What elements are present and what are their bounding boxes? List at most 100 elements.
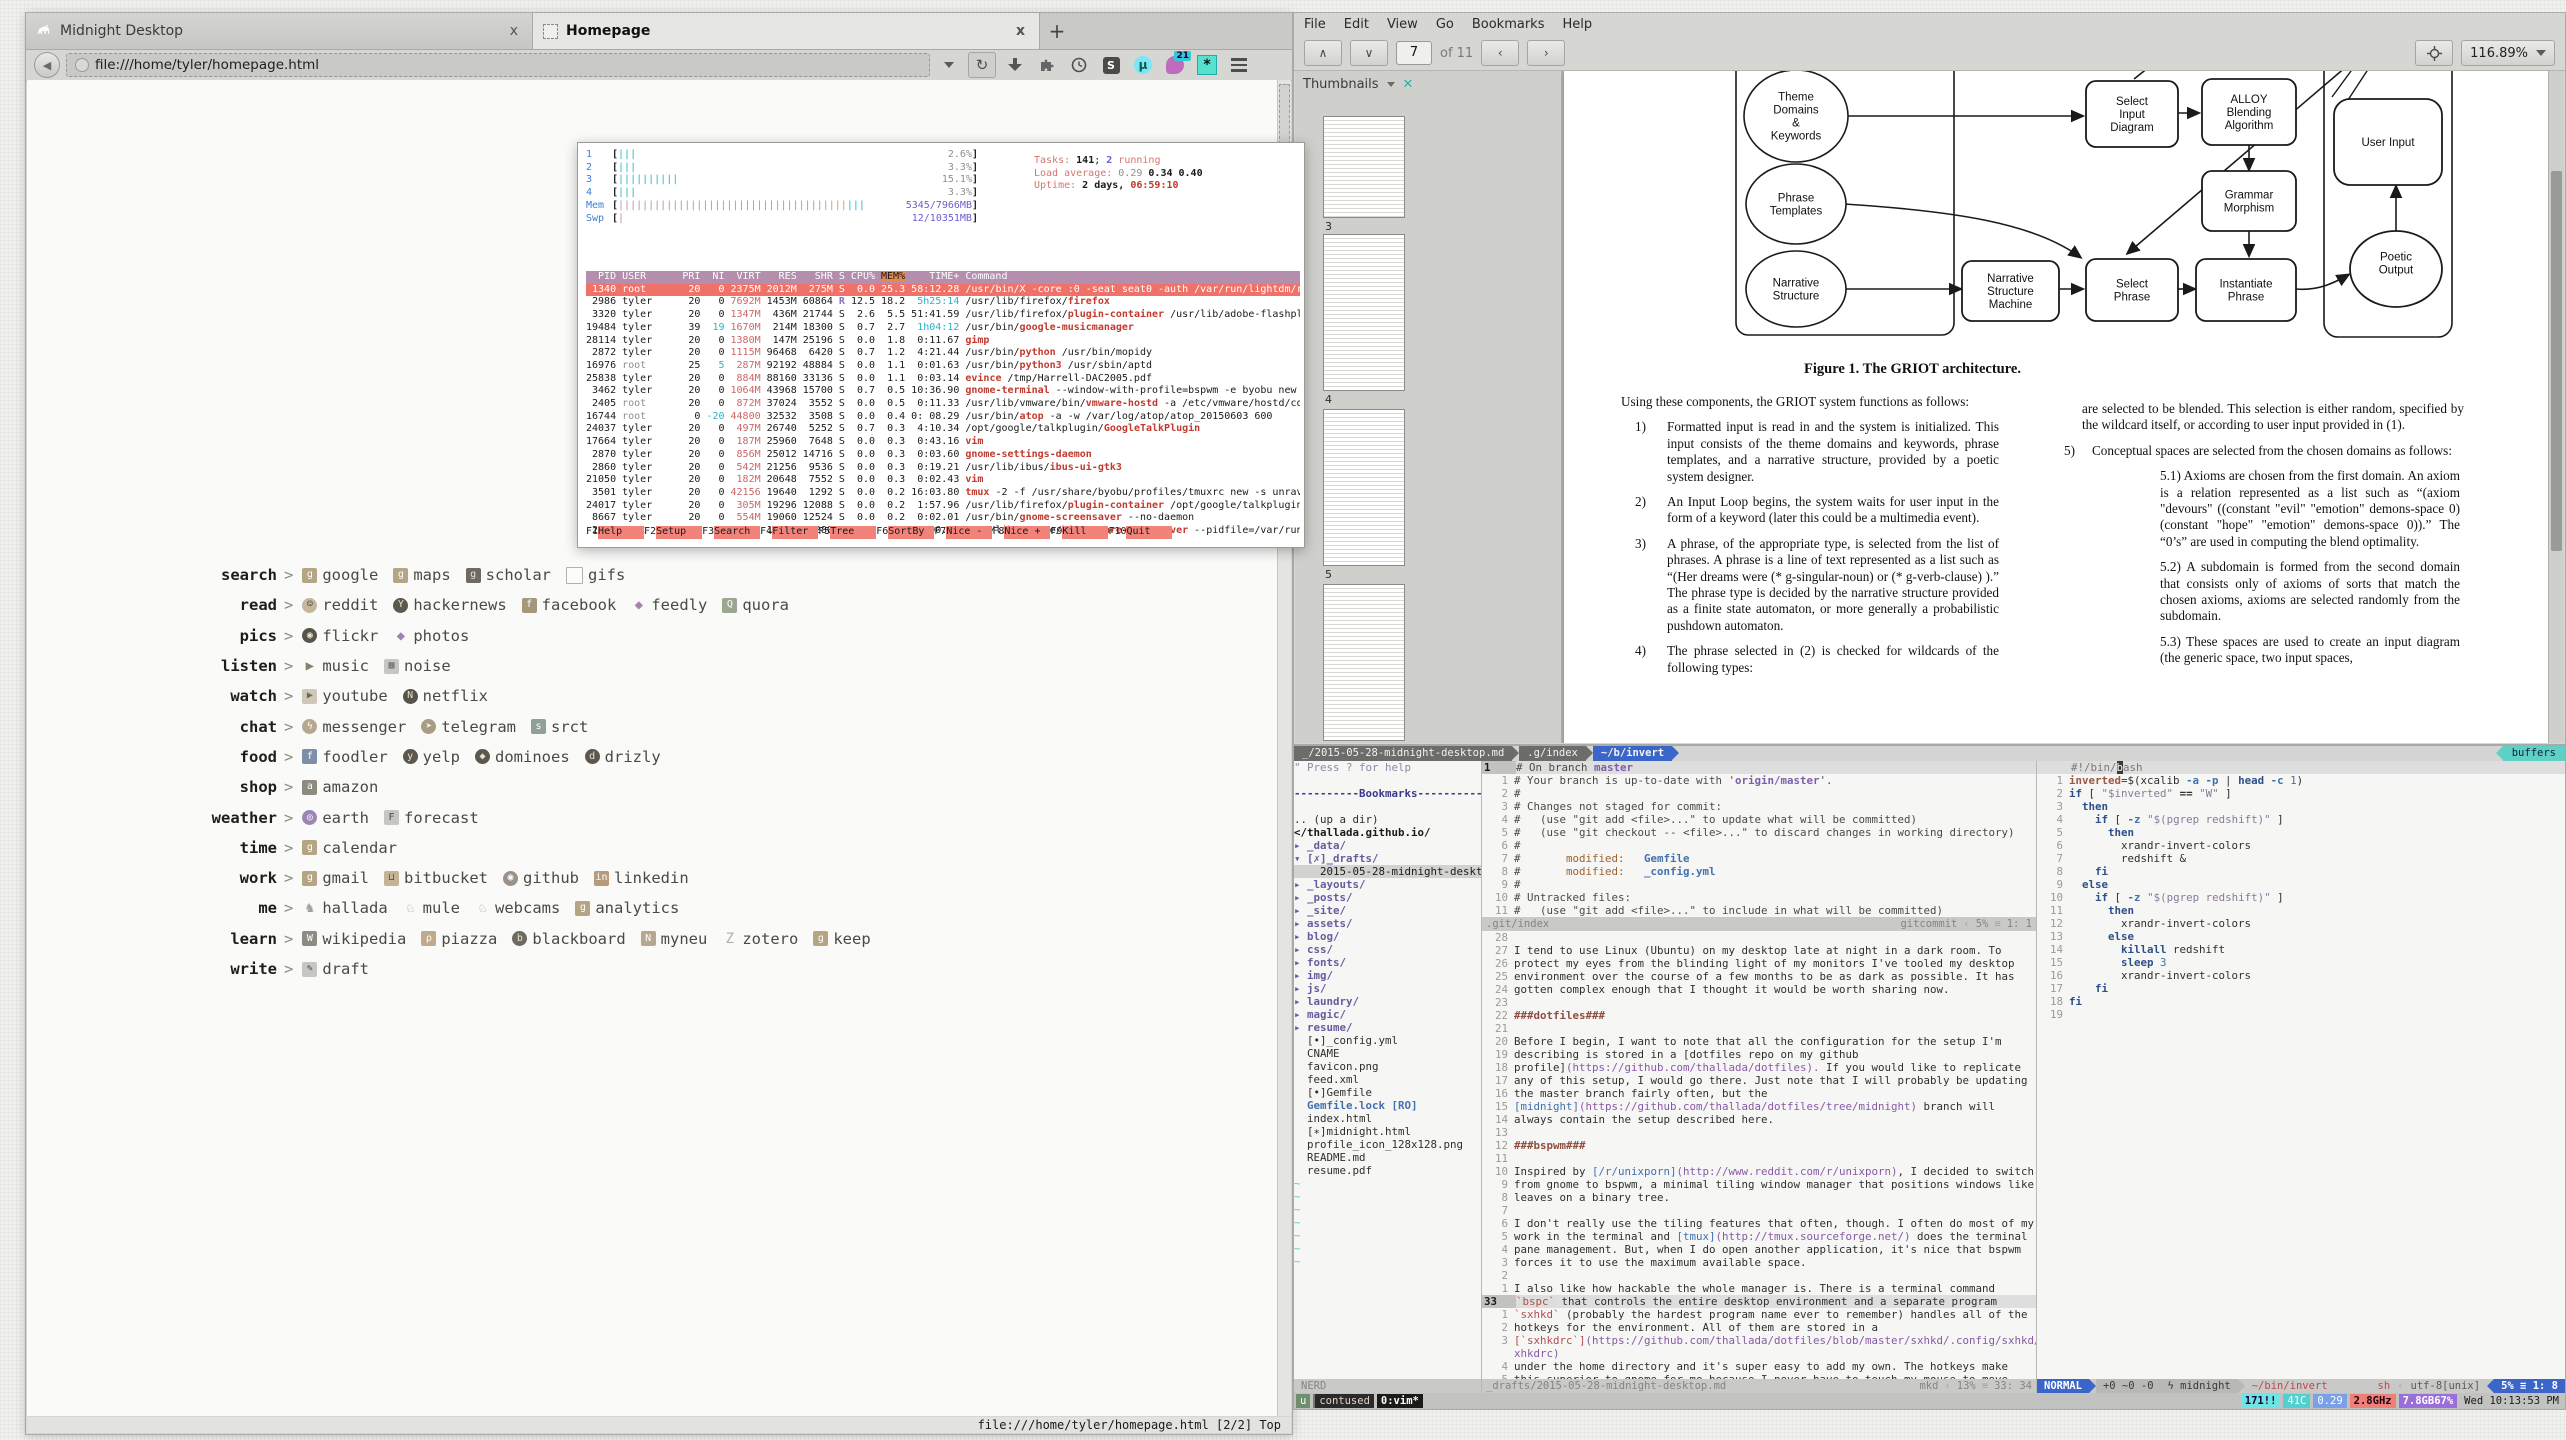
nerdtree-item[interactable]: ----------Bookmarks----------: [1294, 787, 1481, 800]
process-row[interactable]: 25838 tyler 20 0 884M 88160 33136 S 0.0 …: [586, 373, 1300, 386]
thumbnail-page-3[interactable]: [1323, 116, 1405, 218]
link-keep[interactable]: gkeep: [813, 930, 870, 948]
link-draft[interactable]: ✎draft: [302, 960, 369, 978]
link-wikipedia[interactable]: Wwikipedia: [302, 930, 406, 948]
process-row[interactable]: 3462 tyler 20 0 1064M 43968 15700 S 0.7 …: [586, 385, 1300, 398]
link-flickr[interactable]: ◉flickr: [302, 627, 378, 645]
nerdtree-item[interactable]: [∗]midnight.html: [1294, 1125, 1481, 1138]
link-blackboard[interactable]: bblackboard: [512, 930, 625, 948]
page-up-button[interactable]: ∧: [1304, 40, 1342, 66]
vim-tab-1[interactable]: .g/index: [1519, 746, 1586, 761]
nerdtree-item[interactable]: ~: [1294, 1216, 1481, 1229]
link-foodler[interactable]: ffoodler: [302, 748, 387, 766]
menu-bookmarks[interactable]: Bookmarks: [1472, 17, 1545, 32]
link-gmail[interactable]: ggmail: [302, 869, 369, 887]
link-noise[interactable]: ▦noise: [384, 657, 451, 675]
nerdtree-item[interactable]: ▸ css/: [1294, 943, 1481, 956]
link-reddit[interactable]: ☺reddit: [302, 596, 378, 614]
nerdtree-item[interactable]: ▸ _site/: [1294, 904, 1481, 917]
nerdtree-item[interactable]: ▸ fonts/: [1294, 956, 1481, 969]
fkey-F2[interactable]: F2Setup: [644, 526, 702, 539]
fkey-F5[interactable]: F5Tree: [818, 526, 876, 539]
nerdtree-item[interactable]: index.html: [1294, 1112, 1481, 1125]
link-gifs[interactable]: gifs: [566, 566, 625, 584]
nerdtree-item[interactable]: ▸ magic/: [1294, 1008, 1481, 1021]
url-dropdown-icon[interactable]: [936, 53, 962, 77]
link-google[interactable]: ggoogle: [302, 566, 378, 584]
link-photos[interactable]: ◆photos: [393, 627, 469, 645]
nerdtree-item[interactable]: .. (up a dir): [1294, 813, 1481, 826]
link-netflix[interactable]: Nnetflix: [403, 687, 488, 705]
pinboard-asterisk-icon[interactable]: *: [1194, 53, 1220, 77]
nerdtree-item[interactable]: ~: [1294, 1242, 1481, 1255]
nerdtree-item[interactable]: ▸ blog/: [1294, 930, 1481, 943]
process-row[interactable]: 21050 tyler 20 0 182M 20648 7552 S 0.0 0…: [586, 474, 1300, 487]
process-row[interactable]: 16976 root 25 5 287M 92192 48884 S 0.0 1…: [586, 360, 1300, 373]
nerdtree-item[interactable]: ▸ assets/: [1294, 917, 1481, 930]
byobu-tb-host[interactable]: contused: [1313, 1394, 1374, 1408]
pdf-scrollbar[interactable]: [2548, 71, 2564, 743]
reload-button[interactable]: ↻: [968, 52, 996, 78]
link-github[interactable]: ◉github: [503, 869, 579, 887]
nerdtree-pane[interactable]: " Press ? for help ----------Bookmarks---…: [1294, 761, 1482, 1393]
tab-midnight-desktop[interactable]: Midnight Desktop x: [26, 13, 533, 49]
nerdtree-item[interactable]: README.md: [1294, 1151, 1481, 1164]
process-row[interactable]: 8667 tyler 20 0 554M 19060 12524 S 0.0 0…: [586, 512, 1300, 525]
url-bar[interactable]: file:///home/tyler/homepage.html: [66, 53, 930, 77]
process-row[interactable]: 2860 tyler 20 0 542M 21256 9536 S 0.0 0.…: [586, 462, 1300, 475]
process-row[interactable]: 24017 tyler 20 0 305M 19296 12088 S 0.0 …: [586, 500, 1300, 513]
nerdtree-item[interactable]: [1294, 774, 1481, 787]
thumbnail-page-4[interactable]: [1323, 234, 1405, 391]
link-earth[interactable]: ◎earth: [302, 809, 369, 827]
fit-page-icon[interactable]: [2415, 40, 2453, 66]
pdf-scrollbar-thumb[interactable]: [2551, 171, 2562, 551]
nerdtree-item[interactable]: ▸ resume/: [1294, 1021, 1481, 1034]
process-row[interactable]: 2405 root 20 0 872M 37024 3552 S 0.0 0.5…: [586, 398, 1300, 411]
fkey-F4[interactable]: F4Filter: [760, 526, 818, 539]
process-row[interactable]: 3501 tyler 20 0 42156 19640 1292 S 0.0 0…: [586, 487, 1300, 500]
process-row[interactable]: 3320 tyler 20 0 1347M 436M 21744 S 2.6 5…: [586, 309, 1300, 322]
process-row[interactable]: 17664 tyler 20 0 187M 25960 7648 S 0.0 0…: [586, 436, 1300, 449]
fkey-F3[interactable]: F3Search: [702, 526, 760, 539]
menu-edit[interactable]: Edit: [1344, 17, 1369, 32]
link-music[interactable]: ▶music: [302, 657, 369, 675]
nerdtree-item[interactable]: profile_icon_128x128.png: [1294, 1138, 1481, 1151]
umatrix-icon[interactable]: μ: [1130, 53, 1156, 77]
nerdtree-item[interactable]: " Press ? for help: [1294, 761, 1481, 774]
link-myneu[interactable]: Nmyneu: [641, 930, 708, 948]
nerdtree-item[interactable]: feed.xml: [1294, 1073, 1481, 1086]
download-icon[interactable]: [1002, 53, 1028, 77]
menu-file[interactable]: File: [1304, 17, 1326, 32]
script-pane[interactable]: #!/bin/bash1inverted=$(xcalib -a -p | he…: [2037, 761, 2565, 1393]
process-row[interactable]: 16744 root 0 -20 44800 32532 3508 S 0.0 …: [586, 411, 1300, 424]
nerdtree-item[interactable]: ▸ laundry/: [1294, 995, 1481, 1008]
link-piazza[interactable]: ρpiazza: [421, 930, 497, 948]
process-row[interactable]: 24037 tyler 20 0 497M 26740 5252 S 0.7 0…: [586, 423, 1300, 436]
vim-tab-0[interactable]: _/2015-05-28-midnight-desktop.md: [1294, 746, 1512, 761]
new-tab-button[interactable]: +: [1040, 13, 1074, 49]
nerdtree-item[interactable]: [1294, 800, 1481, 813]
byobu-tb-win[interactable]: 0:vim*: [1377, 1394, 1423, 1408]
menu-go[interactable]: Go: [1436, 17, 1454, 32]
fkey-F6[interactable]: F6SortBy: [876, 526, 934, 539]
thumbnail-page-6[interactable]: [1323, 584, 1405, 741]
link-telegram[interactable]: ➤telegram: [421, 718, 516, 736]
nerdtree-item[interactable]: ~: [1294, 1255, 1481, 1268]
link-hackernews[interactable]: Yhackernews: [393, 596, 506, 614]
link-maps[interactable]: gmaps: [393, 566, 450, 584]
process-row[interactable]: 28114 tyler 20 0 1380M 147M 25196 S 0.0 …: [586, 335, 1300, 348]
nerdtree-item[interactable]: ~: [1294, 1203, 1481, 1216]
menu-hamburger-icon[interactable]: [1226, 53, 1252, 77]
link-mule[interactable]: ♘mule: [403, 899, 460, 917]
link-srct[interactable]: ssrct: [531, 718, 588, 736]
nerdtree-item[interactable]: ▾ [✗]_drafts/: [1294, 852, 1481, 865]
tab-close-icon[interactable]: x: [506, 23, 522, 39]
nerdtree-item[interactable]: ~: [1294, 1190, 1481, 1203]
nerdtree-item[interactable]: ▸ js/: [1294, 982, 1481, 995]
menu-help[interactable]: Help: [1562, 17, 1592, 32]
link-yelp[interactable]: yyelp: [403, 748, 460, 766]
extension-puzzle-icon[interactable]: [1034, 53, 1060, 77]
menu-view[interactable]: View: [1387, 17, 1418, 32]
markdown-pane[interactable]: 1# On branch master1# Your branch is up-…: [1482, 761, 2037, 1393]
stylish-icon[interactable]: S: [1098, 53, 1124, 77]
